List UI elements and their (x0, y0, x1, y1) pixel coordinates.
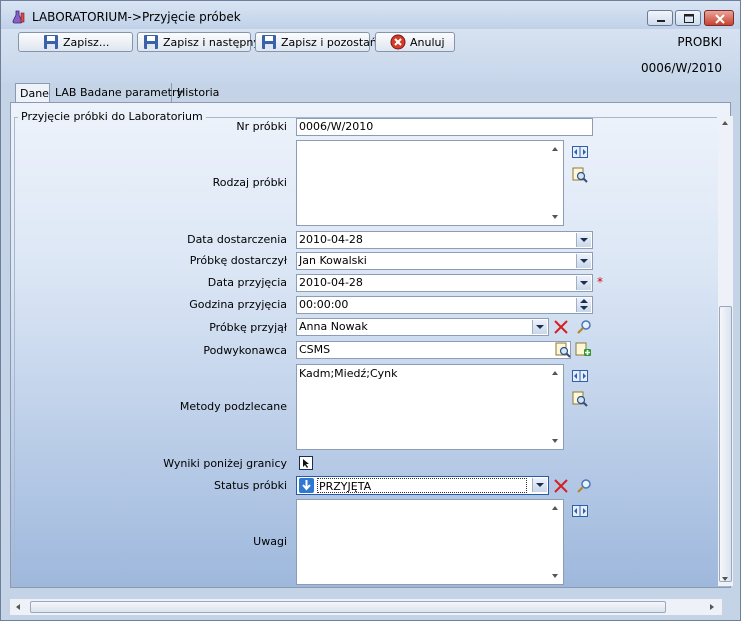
cursor-icon (303, 459, 309, 468)
podwykonawca-label: Podwykonawca (203, 344, 287, 357)
tab-historia[interactable]: Historia (173, 83, 233, 102)
data-dostarczenia-label: Data dostarczenia (187, 233, 287, 246)
textarea-scrollbar[interactable] (547, 365, 563, 449)
search-document-icon[interactable] (555, 342, 571, 358)
scroll-left-icon[interactable] (16, 604, 20, 610)
lab-flask-icon (12, 10, 25, 24)
minimize-icon (657, 20, 665, 22)
expand-width-icon[interactable] (572, 503, 588, 519)
status-probki-value: PRZYJĘTA (317, 478, 527, 493)
save-and-next-button[interactable]: Zapisz i następny (137, 32, 260, 52)
save-next-label: Zapisz i następny (163, 35, 260, 49)
tab-lab-badane-parametry[interactable]: LAB Badane parametry (51, 83, 183, 102)
data-przyjecia-dropdown[interactable]: 2010-04-28 (296, 274, 593, 292)
probke-przyjal-dropdown[interactable]: Anna Nowak (296, 318, 549, 336)
chevron-down-icon[interactable] (576, 233, 591, 247)
search-document-icon[interactable] (572, 391, 588, 407)
scroll-down-icon[interactable] (722, 577, 728, 581)
nr-probki-input[interactable]: 0006/W/2010 (296, 118, 593, 136)
status-probki-dropdown[interactable]: PRZYJĘTA (296, 476, 549, 495)
search-document-icon[interactable] (572, 167, 588, 183)
vertical-scrollbar[interactable] (718, 116, 733, 586)
save-stay-label: Zapisz i pozostań (281, 35, 377, 49)
chevron-down-icon[interactable] (532, 320, 547, 334)
save-label: Zapisz... (63, 35, 110, 49)
data-dostarczenia-value: 2010-04-28 (299, 233, 363, 246)
cancel-button[interactable]: Anuluj (375, 32, 455, 52)
maximize-button[interactable] (675, 10, 701, 26)
clear-x-icon[interactable] (553, 478, 569, 494)
status-probki-label: Status próbki (214, 479, 287, 492)
chevron-down-icon[interactable] (532, 478, 547, 492)
app-window: LABORATORIUM->Przyjęcie próbek Zapisz...… (0, 0, 741, 621)
uwagi-label: Uwagi (253, 535, 287, 548)
scroll-up-icon[interactable] (722, 121, 728, 125)
horizontal-scroll-thumb[interactable] (30, 601, 666, 613)
vertical-scroll-thumb[interactable] (719, 306, 732, 582)
probke-przyjal-label: Próbkę przyjął (209, 321, 287, 334)
probke-przyjal-value: Anna Nowak (299, 320, 368, 333)
metody-podzlecane-label: Metody podzlecane (179, 400, 287, 413)
close-icon (715, 14, 725, 24)
floppy-disk-icon (144, 35, 158, 49)
window-title: LABORATORIUM->Przyjęcie próbek (32, 10, 241, 24)
arrow-down-status-icon (299, 478, 314, 493)
cancel-icon (390, 34, 406, 50)
cancel-label: Anuluj (410, 35, 445, 49)
rodzaj-probki-label: Rodzaj próbki (212, 176, 287, 189)
chevron-down-icon[interactable] (576, 276, 591, 290)
scroll-right-icon[interactable] (710, 604, 714, 610)
textarea-scrollbar[interactable] (547, 500, 563, 584)
probke-dostarczyl-value: Jan Kowalski (299, 254, 367, 267)
textarea-scrollbar[interactable] (547, 141, 563, 225)
horizontal-scrollbar[interactable] (10, 599, 722, 615)
godzina-przyjecia-spinner[interactable]: 00:00:00 (296, 296, 593, 314)
save-button[interactable]: Zapisz... (18, 32, 133, 52)
expand-width-icon[interactable] (572, 144, 588, 160)
nr-probki-label: Nr próbki (236, 120, 287, 133)
godzina-przyjecia-value: 00:00:00 (299, 298, 349, 311)
floppy-disk-icon (262, 35, 276, 49)
metody-podzlecane-value: Kadm;Miedź;Cynk (299, 367, 398, 380)
spinner-arrows-icon[interactable] (576, 298, 591, 312)
magnifier-icon[interactable] (576, 478, 592, 494)
magnifier-icon[interactable] (576, 319, 592, 335)
module-label: PROBKI (677, 35, 722, 49)
floppy-disk-icon (44, 35, 58, 49)
clear-x-icon[interactable] (553, 319, 569, 335)
save-and-stay-button[interactable]: Zapisz i pozostań (255, 32, 377, 52)
data-przyjecia-value: 2010-04-28 (299, 276, 363, 289)
wyniki-ponizej-granicy-checkbox[interactable] (299, 456, 313, 470)
close-window-button[interactable] (704, 10, 734, 26)
probke-dostarczyl-dropdown[interactable]: Jan Kowalski (296, 252, 593, 270)
maximize-icon (684, 14, 694, 23)
data-przyjecia-label: Data przyjęcia (207, 276, 287, 289)
minimize-button[interactable] (647, 10, 673, 26)
record-id-label: 0006/W/2010 (640, 61, 722, 75)
metody-podzlecane-textarea[interactable]: Kadm;Miedź;Cynk (296, 364, 564, 450)
expand-width-icon[interactable] (572, 368, 588, 384)
title-bar: LABORATORIUM->Przyjęcie próbek (1, 1, 740, 29)
podwykonawca-input[interactable]: CSMS (296, 341, 571, 359)
required-marker: * (597, 275, 603, 289)
tab-dane[interactable]: Dane (15, 83, 50, 103)
wyniki-ponizej-granicy-label: Wyniki poniżej granicy (163, 457, 287, 470)
group-title: Przyjęcie próbki do Laboratorium (18, 110, 206, 123)
add-document-icon[interactable] (575, 342, 591, 358)
uwagi-textarea[interactable] (296, 499, 564, 585)
godzina-przyjecia-label: Godzina przyjęcia (189, 298, 287, 311)
data-dostarczenia-dropdown[interactable]: 2010-04-28 (296, 231, 593, 249)
rodzaj-probki-textarea[interactable] (296, 140, 564, 226)
chevron-down-icon[interactable] (576, 254, 591, 268)
probke-dostarczyl-label: Próbkę dostarczył (189, 254, 287, 267)
